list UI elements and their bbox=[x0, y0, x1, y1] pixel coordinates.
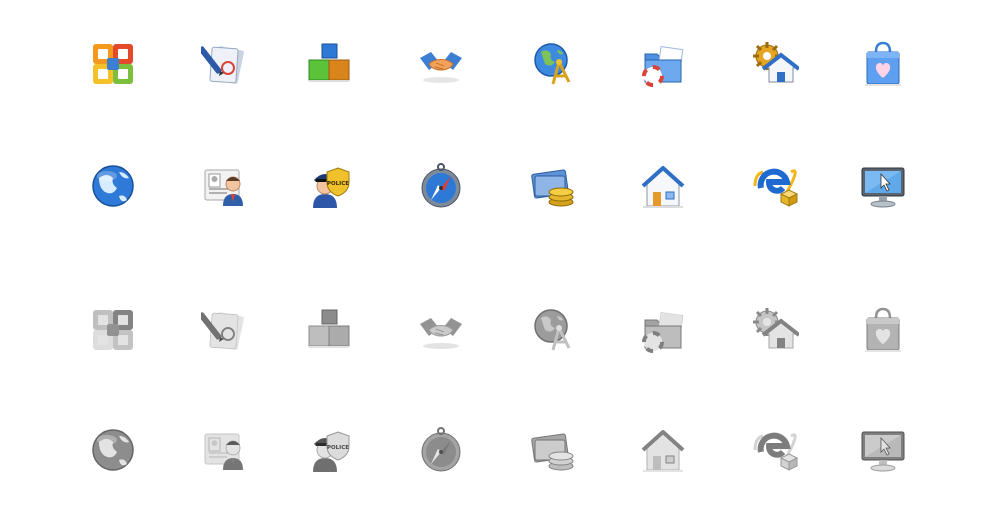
icon-row: POLICE bbox=[0, 420, 998, 480]
home-settings-icon bbox=[749, 38, 801, 90]
folder-help-icon bbox=[637, 304, 689, 356]
icon-row bbox=[0, 300, 998, 360]
shopping-bag-heart-icon bbox=[857, 38, 909, 90]
money-coins-icon bbox=[527, 160, 579, 212]
home-settings-icon bbox=[749, 304, 801, 356]
police-badge-icon: POLICE bbox=[303, 160, 355, 212]
globe-icon bbox=[87, 160, 139, 212]
handshake-icon bbox=[415, 38, 467, 90]
monitor-cursor-icon bbox=[857, 424, 909, 476]
compass-icon bbox=[415, 424, 467, 476]
blocks-icon bbox=[303, 38, 355, 90]
monitor-cursor-icon bbox=[857, 160, 909, 212]
folder-help-icon bbox=[637, 38, 689, 90]
office-suite-icon bbox=[87, 38, 139, 90]
police-badge-icon: POLICE bbox=[303, 424, 355, 476]
compass-icon bbox=[415, 160, 467, 212]
svg-text:POLICE: POLICE bbox=[327, 181, 349, 187]
home-icon bbox=[637, 160, 689, 212]
globe-network-icon bbox=[527, 38, 579, 90]
shopping-bag-heart-icon bbox=[857, 304, 909, 356]
office-suite-icon bbox=[87, 304, 139, 356]
internet-explorer-package-icon bbox=[749, 160, 801, 212]
icon-row: POLICE bbox=[0, 156, 998, 216]
user-id-card-icon bbox=[199, 424, 251, 476]
blocks-icon bbox=[303, 304, 355, 356]
svg-text:POLICE: POLICE bbox=[327, 445, 349, 451]
globe-network-icon bbox=[527, 304, 579, 356]
document-edit-icon bbox=[199, 38, 251, 90]
user-id-card-icon bbox=[199, 160, 251, 212]
internet-explorer-package-icon bbox=[749, 424, 801, 476]
document-edit-icon bbox=[199, 304, 251, 356]
globe-icon bbox=[87, 424, 139, 476]
icon-row bbox=[0, 34, 998, 94]
money-coins-icon bbox=[527, 424, 579, 476]
handshake-icon bbox=[415, 304, 467, 356]
home-icon bbox=[637, 424, 689, 476]
